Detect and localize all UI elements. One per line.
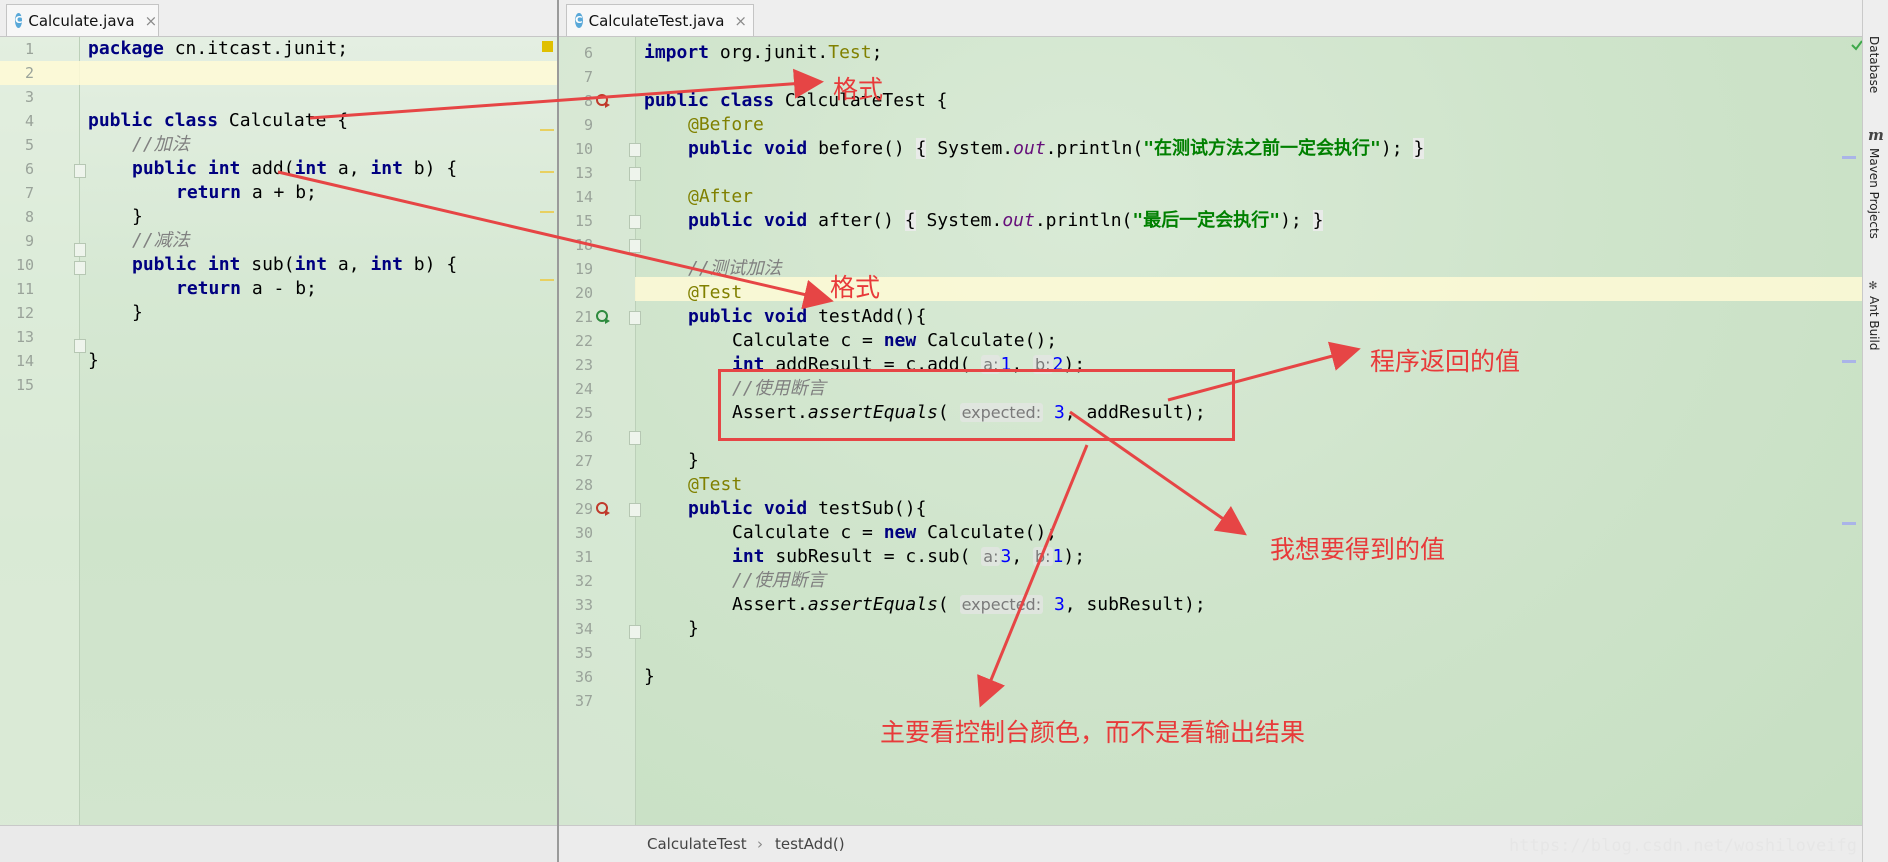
arrow-expected-value [1069,410,1247,536]
arrow-return-value [1167,341,1361,402]
arrow-format-1 [309,68,824,120]
arrow-format-2 [277,170,834,310]
annotation-expected-value: 我想要得到的值 [1270,535,1446,564]
annotation-format-1: 格式 [833,75,884,104]
annotation-console-note: 主要看控制台颜色，而不是看输出结果 [880,718,1306,747]
annotation-format-2: 格式 [830,273,881,302]
annotation-return-value: 程序返回的值 [1370,347,1521,376]
arrow-console-note [977,444,1089,708]
